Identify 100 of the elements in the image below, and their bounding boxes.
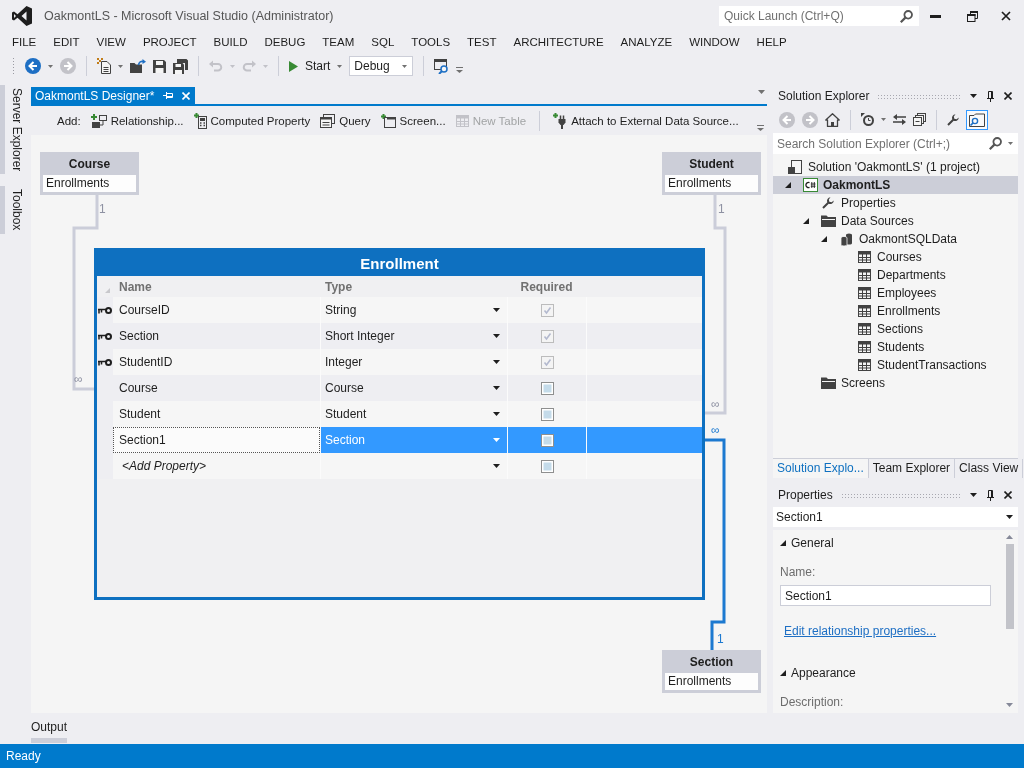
menu-item[interactable]: SQL	[362, 33, 403, 51]
overflow-icon[interactable]	[456, 67, 464, 73]
dropdown-arrow-icon[interactable]	[970, 493, 977, 497]
two-arrows-icon[interactable]	[893, 114, 906, 125]
relationship-line[interactable]	[705, 438, 726, 650]
required-checkbox[interactable]	[540, 433, 554, 447]
expand-triangle-icon[interactable]	[803, 218, 809, 224]
toolbar-grip[interactable]	[12, 57, 16, 75]
side-tab[interactable]: Server Explorer	[0, 85, 24, 175]
expand-triangle-icon[interactable]	[785, 182, 791, 188]
tree-item[interactable]: Enrollments	[773, 302, 1018, 320]
tree-item[interactable]: OakmontSQLData	[773, 230, 1018, 248]
object-dropdown[interactable]: Section1	[773, 507, 1018, 527]
attach-data-source-button[interactable]: Attach to External Data Source...	[553, 112, 739, 129]
pin-icon[interactable]	[987, 90, 994, 102]
edit-link[interactable]: Edit relationship properties...	[784, 624, 937, 638]
restore-icon[interactable]	[967, 10, 978, 22]
expand-triangle-icon[interactable]	[821, 236, 827, 242]
caret-icon[interactable]	[1008, 142, 1013, 145]
close-icon[interactable]	[1004, 491, 1012, 499]
menu-item[interactable]: TOOLS	[402, 33, 459, 51]
overflow-icon[interactable]	[757, 125, 764, 131]
window-magnifier-icon[interactable]	[434, 58, 450, 74]
tree-item[interactable]: Courses	[773, 248, 1018, 266]
close-icon[interactable]	[1004, 92, 1012, 100]
relationship-button[interactable]: Relationship...	[90, 113, 184, 128]
stacked-windows-icon[interactable]	[913, 113, 926, 126]
menu-item[interactable]: EDIT	[44, 33, 88, 51]
tree-item[interactable]: StudentTransactions	[773, 356, 1018, 374]
menu-item[interactable]: VIEW	[88, 33, 135, 51]
quick-launch-field[interactable]: Quick Launch (Ctrl+Q)	[719, 6, 919, 26]
caret-icon[interactable]	[48, 64, 53, 68]
dropdown-arrow-icon[interactable]	[970, 94, 977, 98]
caret-icon[interactable]	[118, 64, 123, 68]
menu-item[interactable]: ANALYZE	[612, 33, 681, 51]
folder-magnifier-icon[interactable]	[966, 109, 988, 130]
tree-item[interactable]: OakmontLS	[773, 176, 1018, 194]
floppy-disks-icon[interactable]	[173, 58, 188, 74]
tree-item[interactable]: Solution 'OakmontLS' (1 project)	[773, 158, 1018, 176]
tree-item[interactable]: Data Sources	[773, 212, 1018, 230]
minimize-icon[interactable]	[930, 14, 941, 18]
navigation-property: Enrollments	[665, 175, 758, 192]
property-row[interactable]: Section1 Section	[97, 427, 702, 453]
entity-table[interactable]: Enrollment Name Type Required CourseID String Section Short Integer StudentID Integer Course Course Student Student Section1 Section <Add Property>	[94, 248, 705, 600]
new-document-icon[interactable]	[97, 58, 111, 74]
entity-node[interactable]: Course Enrollments	[40, 152, 139, 195]
wrench-icon[interactable]	[947, 113, 959, 126]
side-tab[interactable]: Toolbox	[0, 186, 24, 234]
entity-node[interactable]: Student Enrollments	[662, 152, 761, 195]
menu-item[interactable]: FILE	[3, 33, 45, 51]
category-header[interactable]: Appearance	[780, 664, 856, 682]
property-row[interactable]: <Add Property>	[97, 453, 702, 479]
search-field[interactable]: Search Solution Explorer (Ctrl+;)	[773, 133, 1018, 154]
menu-item[interactable]: WINDOW	[680, 33, 749, 51]
start-button[interactable]: Start	[289, 59, 331, 73]
required-checkbox[interactable]	[540, 407, 554, 421]
panel-tab[interactable]: Solution Explo...	[773, 459, 869, 478]
category-header[interactable]: General	[780, 534, 834, 552]
scroll-up-arrow-icon[interactable]	[1006, 535, 1013, 539]
column-header: Required	[520, 279, 573, 294]
search-icon[interactable]	[989, 137, 1002, 150]
caret-icon[interactable]	[337, 64, 343, 68]
menu-item[interactable]: PROJECT	[134, 33, 206, 51]
menu-item[interactable]: ARCHITECTURE	[505, 33, 613, 51]
query-button[interactable]: Query	[320, 113, 371, 128]
computed-property-button[interactable]: Computed Property	[193, 112, 311, 129]
search-icon[interactable]	[900, 9, 913, 23]
tree-item[interactable]: Sections	[773, 320, 1018, 338]
back-arrow-icon[interactable]	[25, 58, 41, 74]
tree-item[interactable]: Properties	[773, 194, 1018, 212]
menu-item[interactable]: BUILD	[205, 33, 256, 51]
caret-icon	[493, 386, 500, 390]
property-row[interactable]: CourseID String	[97, 297, 702, 323]
entity-node[interactable]: Section Enrollments	[662, 650, 761, 693]
scrollbar-thumb[interactable]	[1005, 544, 1014, 629]
plus-plug-icon	[553, 112, 568, 129]
open-folder-icon[interactable]	[130, 59, 146, 73]
menu-item[interactable]: HELP	[748, 33, 796, 51]
tree-item[interactable]: Screens	[773, 374, 1018, 392]
tree-item[interactable]: Students	[773, 338, 1018, 356]
caret-icon[interactable]	[881, 118, 886, 121]
menu-item[interactable]: TEAM	[313, 33, 363, 51]
close-icon[interactable]	[1001, 11, 1011, 21]
required-checkbox[interactable]	[540, 381, 554, 395]
tree-item[interactable]: Departments	[773, 266, 1018, 284]
tree-item[interactable]: Employees	[773, 284, 1018, 302]
scroll-down-arrow-icon[interactable]	[1006, 703, 1013, 707]
configuration-dropdown[interactable]: Debug	[349, 56, 414, 76]
panel-tab[interactable]: Team Explorer	[868, 459, 956, 478]
panel-tab[interactable]: Class View	[955, 459, 1024, 478]
property-row[interactable]: StudentID Integer	[97, 349, 702, 375]
clock-icon[interactable]	[861, 113, 874, 126]
required-checkbox[interactable]	[540, 459, 554, 473]
home-icon[interactable]	[825, 112, 840, 127]
menu-item[interactable]: TEST	[458, 33, 505, 51]
pin-icon[interactable]	[987, 489, 994, 501]
menu-item[interactable]: DEBUG	[255, 33, 314, 51]
screen-button[interactable]: Screen...	[380, 113, 446, 128]
property-row[interactable]: Student Student	[97, 401, 702, 427]
text-field[interactable]: Section1	[780, 585, 991, 606]
